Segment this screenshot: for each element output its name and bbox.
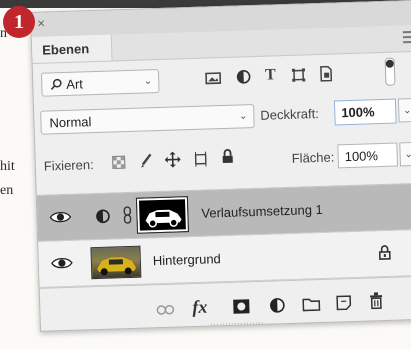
new-layer-icon[interactable] [336,295,352,311]
lock-image-icon[interactable] [138,152,152,168]
opacity-chevron-icon[interactable]: ⌄ [397,97,411,123]
layer-name-background[interactable]: Hintergrund [153,251,221,268]
car-photo-icon [97,257,137,276]
panel-menu-icon[interactable] [402,30,411,46]
step-badge: 1 [3,6,35,38]
fill-label: Fläche: [291,149,335,166]
eye-icon[interactable] [51,255,73,272]
lock-position-icon[interactable] [164,151,181,168]
folder-icon[interactable] [302,297,321,312]
layer-mask-thumbnail[interactable] [135,196,189,234]
adjustment-layer-icon [96,209,110,224]
blend-mode-value: Normal [49,113,92,130]
filter-type-select[interactable]: Art ⌄ [40,68,160,97]
trash-icon[interactable] [369,292,384,310]
margin-text-3: en [0,183,14,198]
lock-all-icon[interactable] [221,149,233,164]
search-icon [50,78,62,90]
lock-transparent-icon[interactable] [112,155,126,169]
layer-image-thumbnail[interactable] [90,245,142,280]
type-filter-icon[interactable]: T [265,66,276,84]
layers-list: Verlaufsumsetzung 1 Hintergrund [36,182,411,289]
close-icon[interactable]: × [37,16,45,31]
opacity-label: Deckkraft: [260,105,320,123]
filter-type-value: Art [66,75,84,92]
margin-text-2: hit [0,159,15,174]
layer-name-adjustment[interactable]: Verlaufsumsetzung 1 [201,202,323,221]
chevron-down-icon: ⌄ [143,75,153,87]
chain-link-icon[interactable] [122,206,133,224]
layers-panel-wrapper: × ‹‹ Ebenen Art ⌄ T [30,0,411,342]
layer-lock-icon[interactable] [378,245,391,260]
eye-icon[interactable] [49,209,72,226]
chevron-down-icon: ⌄ [238,110,248,122]
layers-panel: × ‹‹ Ebenen Art ⌄ T [30,0,411,332]
link-icon[interactable] [156,304,175,317]
adjustment-filter-icon[interactable] [236,69,251,84]
blend-mode-select[interactable]: Normal ⌄ [40,104,255,135]
mask-icon[interactable] [232,298,250,315]
image-filter-icon[interactable] [205,71,222,85]
smartobject-filter-icon[interactable] [319,65,333,82]
lock-label: Fixieren: [43,157,94,174]
adjustment-icon[interactable] [269,297,285,313]
fill-input[interactable]: 100% [337,142,399,169]
filter-toggle[interactable] [384,57,396,86]
opacity-input[interactable]: 100% [333,98,397,126]
lock-artboard-icon[interactable] [192,151,208,167]
tab-ebenen[interactable]: Ebenen [31,34,113,63]
fx-icon[interactable]: fx [192,297,208,318]
car-silhouette-icon [145,209,182,228]
fill-chevron-icon[interactable]: ⌄ [399,141,411,167]
shape-filter-icon[interactable] [291,67,306,82]
